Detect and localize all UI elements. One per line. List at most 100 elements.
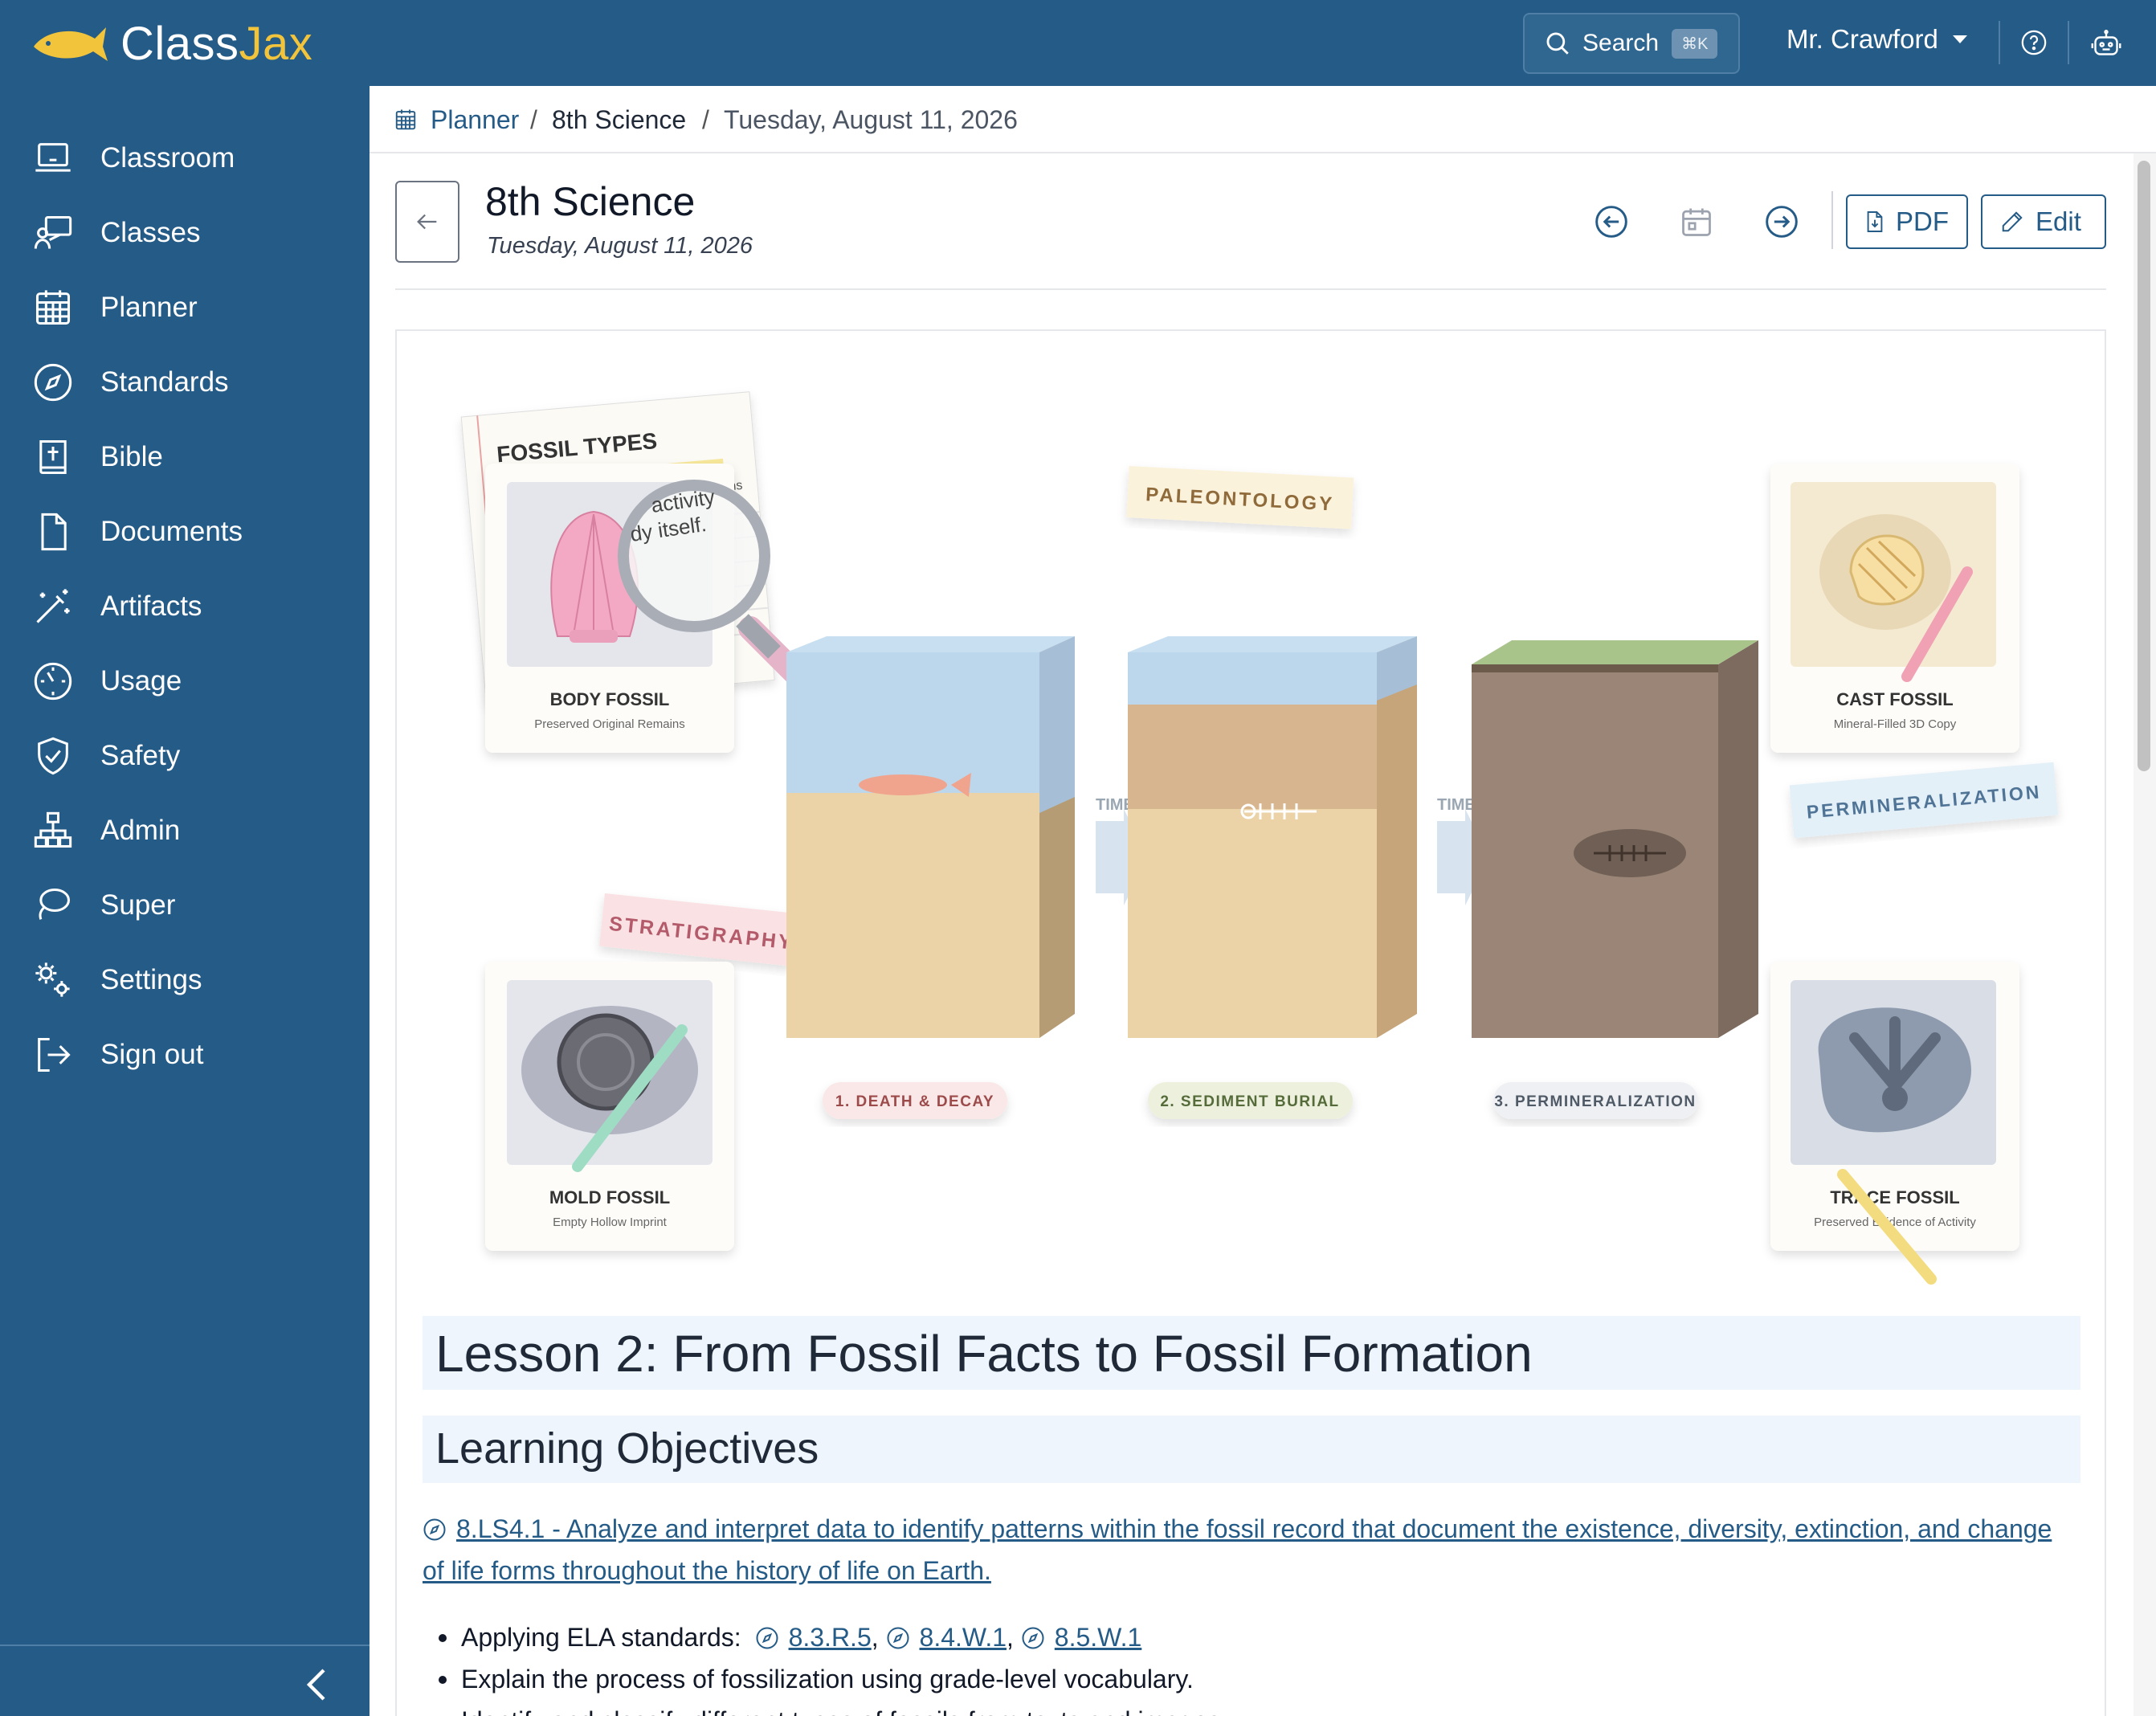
- sidebar-item-admin[interactable]: Admin: [0, 803, 370, 859]
- stage-3-block: [1472, 640, 1758, 1038]
- previous-day-icon[interactable]: [1594, 204, 1629, 239]
- next-day-icon[interactable]: [1764, 204, 1799, 239]
- bible-icon: [39, 439, 67, 475]
- lesson-title: Lesson 2: From Fossil Facts to Fossil Fo…: [435, 1325, 1533, 1383]
- breadcrumb-separator: /: [530, 105, 537, 134]
- edit-button[interactable]: Edit: [1981, 194, 2106, 249]
- tag-paleontology: PALEONTOLOGY: [1126, 466, 1354, 529]
- svg-text:3. PERMINERALIZATION: 3. PERMINERALIZATION: [1494, 1093, 1696, 1110]
- sidebar-item-documents[interactable]: Documents: [0, 504, 370, 560]
- search-label: Search: [1582, 30, 1660, 56]
- breadcrumb-date: Tuesday, August 11, 2026: [724, 105, 1018, 134]
- sidebar-item-sign-out[interactable]: Sign out: [0, 1027, 370, 1083]
- breadcrumb-separator: /: [702, 105, 709, 134]
- help-icon[interactable]: [2020, 29, 2048, 56]
- back-button[interactable]: [395, 181, 459, 263]
- objectives-heading: Learning Objectives: [435, 1424, 819, 1473]
- sidebar-item-usage[interactable]: Usage: [0, 653, 370, 709]
- page-subtitle: Tuesday, August 11, 2026: [487, 233, 753, 259]
- search-icon: [1546, 32, 1569, 55]
- standard-objective: 8.LS4.1 - Analyze and interpret data to …: [423, 1508, 2053, 1591]
- svg-text:1. DEATH & DECAY: 1. DEATH & DECAY: [835, 1093, 994, 1110]
- today-calendar-icon[interactable]: [1679, 204, 1714, 239]
- trace-fossil-caption: Preserved Evidence of Activity: [1814, 1216, 1976, 1229]
- ela-standard-link[interactable]: 8.4.W.1: [920, 1623, 1007, 1652]
- scrollbar-thumb[interactable]: [2138, 161, 2150, 771]
- sidebar-item-bible[interactable]: Bible: [0, 429, 370, 485]
- document-icon: [41, 513, 67, 551]
- time-label-2: TIME: [1437, 796, 1476, 814]
- breadcrumb-class[interactable]: 8th Science: [552, 105, 686, 135]
- classjax-logo[interactable]: ClassJax: [31, 14, 312, 72]
- sidebar-item-super[interactable]: Super: [0, 877, 370, 934]
- stage-3-pill: 3. PERMINERALIZATION: [1493, 1082, 1698, 1119]
- sidebar-item-artifacts[interactable]: Artifacts: [0, 578, 370, 635]
- gears-icon: [35, 962, 70, 997]
- stage-1-block: [786, 636, 1075, 1038]
- shield-check-icon: [38, 737, 68, 775]
- sidebar-item-classroom[interactable]: Classroom: [0, 130, 370, 186]
- user-menu[interactable]: Mr. Crawford: [1786, 24, 1967, 55]
- tag-permineralization: PERMINERALIZATION: [1789, 762, 2059, 839]
- magic-wand-icon: [36, 589, 70, 623]
- pdf-download-icon: [1867, 211, 1883, 232]
- cast-fossil-caption: Mineral-Filled 3D Copy: [1834, 717, 1957, 731]
- mold-fossil-caption: Empty Hollow Imprint: [553, 1216, 668, 1229]
- list-item: Identify and classify different types of…: [423, 1700, 2053, 1716]
- tag-stratigraphy: STRATIGRAPHY: [599, 893, 797, 966]
- fossil-formation-illustration: FOSSIL TYPES ms BODY FOSSIL Preserved Or…: [460, 391, 2059, 1285]
- lesson-card: FOSSIL TYPES ms BODY FOSSIL Preserved Or…: [395, 329, 2106, 1716]
- sign-out-icon: [38, 1037, 71, 1072]
- org-chart-icon: [34, 811, 72, 848]
- logo-text: ClassJax: [120, 17, 313, 70]
- gauge-icon: [34, 662, 72, 701]
- objectives-list: Applying ELA standards: 8.3.R.5, 8.4.W.1…: [423, 1616, 2053, 1716]
- teacher-board-icon: [34, 215, 72, 249]
- sidebar-item-standards[interactable]: Standards: [0, 354, 370, 411]
- compass-icon: [1022, 1627, 1044, 1649]
- cast-fossil-title: CAST FOSSIL: [1836, 689, 1953, 709]
- chevron-down-icon: [1952, 35, 1967, 43]
- top-navbar: ClassJax Search ⌘K Mr. Crawford: [0, 0, 2156, 86]
- calendar-icon: [395, 109, 416, 130]
- breadcrumb-planner-link[interactable]: Planner: [431, 105, 519, 135]
- trace-fossil-card: TRACE FOSSIL Preserved Evidence of Activ…: [1770, 962, 2019, 1285]
- divider: [1831, 191, 1833, 249]
- list-item: Applying ELA standards: 8.3.R.5, 8.4.W.1…: [423, 1616, 2053, 1658]
- breadcrumb: Planner / 8th Science / Tuesday, August …: [370, 86, 2156, 153]
- ela-standard-link[interactable]: 8.5.W.1: [1055, 1623, 1142, 1652]
- divider: [1999, 21, 2000, 64]
- divider: [395, 288, 2106, 290]
- sidebar-item-classes[interactable]: Classes: [0, 205, 370, 261]
- compass-icon: [423, 1518, 446, 1541]
- page-title: 8th Science: [485, 179, 696, 224]
- arrow-left-icon: [417, 214, 437, 230]
- laptop-icon: [35, 143, 71, 172]
- sidebar-item-safety[interactable]: Safety: [0, 728, 370, 784]
- sidebar-item-planner[interactable]: Planner: [0, 280, 370, 336]
- pdf-button[interactable]: PDF: [1846, 194, 1968, 249]
- robot-assistant-icon[interactable]: [2090, 29, 2122, 58]
- list-item: Explain the process of fossilization usi…: [423, 1658, 2053, 1700]
- search-button[interactable]: Search ⌘K: [1523, 13, 1740, 74]
- search-shortcut-badge: ⌘K: [1672, 28, 1718, 59]
- fish-logo-icon: [34, 27, 108, 61]
- compass-icon: [887, 1627, 909, 1649]
- divider: [0, 1644, 370, 1646]
- mold-fossil-title: MOLD FOSSIL: [549, 1187, 670, 1207]
- divider: [2068, 21, 2069, 64]
- body-fossil-caption: Preserved Original Remains: [534, 717, 685, 731]
- stage-2-block: [1128, 636, 1417, 1038]
- sidebar: Classroom Classes Planner Standards Bibl…: [0, 86, 370, 1716]
- cast-fossil-card: CAST FOSSIL Mineral-Filled 3D Copy: [1770, 464, 2019, 753]
- standard-link-8-ls4-1[interactable]: 8.LS4.1 - Analyze and interpret data to …: [423, 1514, 2052, 1585]
- stage-2-pill: 2. SEDIMENT BURIAL: [1148, 1082, 1353, 1119]
- ela-standard-link[interactable]: 8.3.R.5: [789, 1623, 872, 1652]
- calendar-grid-icon: [35, 290, 71, 325]
- svg-text:2. SEDIMENT BURIAL: 2. SEDIMENT BURIAL: [1160, 1093, 1339, 1110]
- compass-icon: [756, 1627, 778, 1649]
- sidebar-item-settings[interactable]: Settings: [0, 952, 370, 1008]
- body-fossil-title: BODY FOSSIL: [550, 689, 670, 709]
- collapse-sidebar-chevron-icon[interactable]: [301, 1665, 333, 1705]
- lasso-icon: [39, 888, 71, 920]
